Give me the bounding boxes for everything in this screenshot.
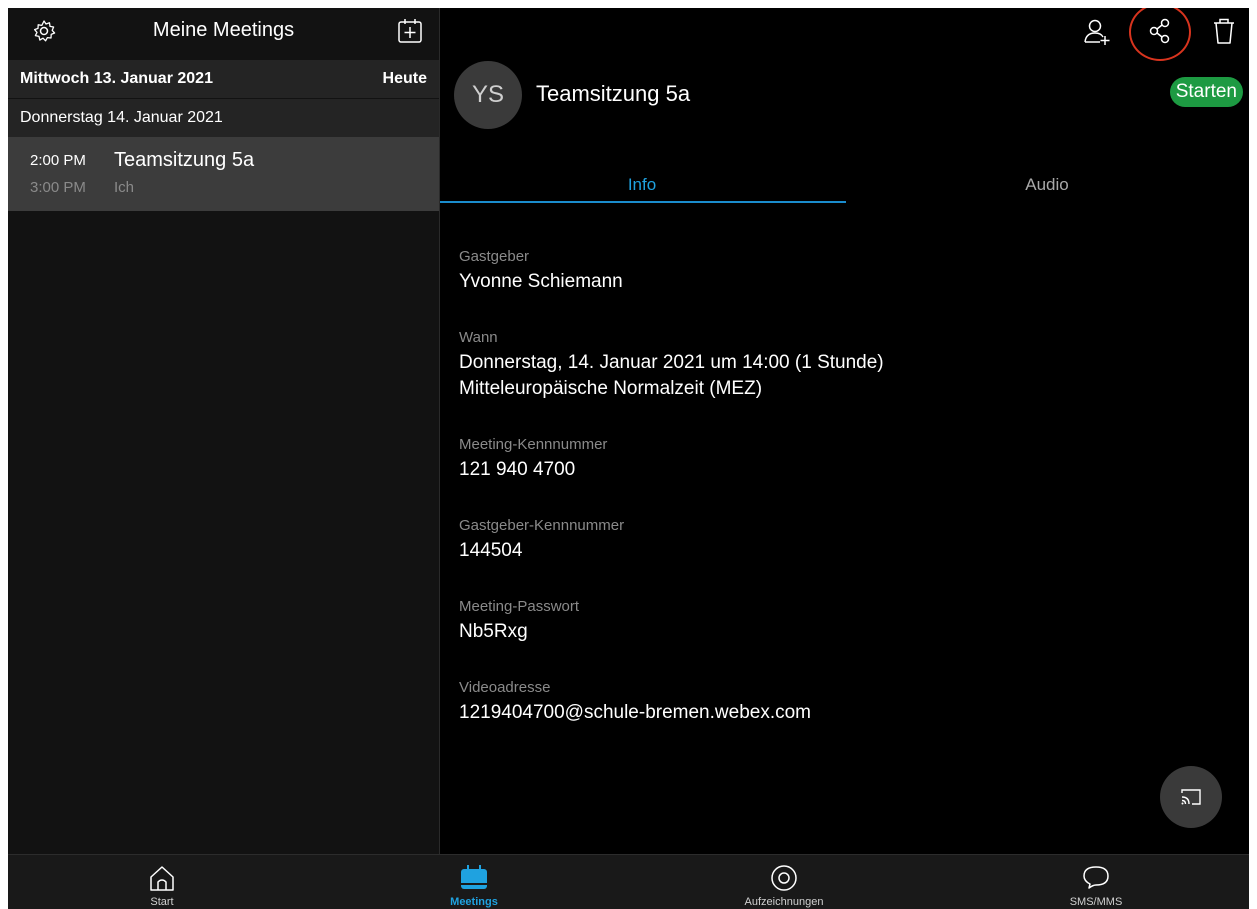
host-key-label: Gastgeber-Kennnummer — [459, 517, 625, 534]
active-tab-indicator — [440, 201, 846, 203]
day-header-today: Mittwoch 13. Januar 2021 Heute — [8, 60, 439, 98]
nav-sms[interactable]: SMS/MMS — [946, 855, 1246, 909]
meeting-end-time: 3:00 PM — [30, 179, 86, 196]
share-icon[interactable] — [1143, 14, 1177, 48]
host-key-value: 144504 — [459, 540, 523, 561]
app-window: Meine Meetings Mittwoch 13. Januar 2021 … — [8, 8, 1249, 909]
when-timezone: Mitteleuropäische Normalzeit (MEZ) — [459, 378, 763, 399]
recording-icon — [771, 865, 797, 891]
meeting-item-title: Teamsitzung 5a — [114, 149, 255, 171]
day-date: Mittwoch 13. Januar 2021 — [20, 70, 213, 87]
meeting-title: Teamsitzung 5a — [536, 81, 691, 106]
meeting-item-host: Ich — [114, 179, 135, 196]
start-button[interactable]: Starten — [1169, 77, 1243, 107]
meeting-number-value: 121 940 4700 — [459, 459, 576, 480]
nav-start[interactable]: Start — [12, 855, 312, 909]
cast-icon — [1181, 789, 1201, 805]
host-value: Yvonne Schiemann — [459, 271, 623, 292]
password-value: Nb5Rxg — [459, 621, 528, 642]
sidebar-header: Meine Meetings — [8, 8, 439, 58]
nav-label: SMS/MMS — [1069, 896, 1123, 908]
tab-audio[interactable]: Audio — [845, 175, 1249, 195]
nav-recordings[interactable]: Aufzeichnungen — [634, 855, 934, 909]
nav-label: Aufzeichnungen — [744, 896, 824, 908]
when-label: Wann — [459, 329, 498, 346]
nav-meetings[interactable]: Meetings — [324, 855, 624, 909]
video-address-label: Videoadresse — [459, 679, 551, 696]
password-label: Meeting-Passwort — [459, 598, 580, 615]
nav-label: Start — [150, 896, 174, 908]
meeting-start-time: 2:00 PM — [30, 152, 86, 169]
meeting-detail: YS Teamsitzung 5a Starten Info Audio Gas… — [440, 8, 1249, 854]
meetings-sidebar: Meine Meetings Mittwoch 13. Januar 2021 … — [8, 8, 440, 854]
tab-info[interactable]: Info — [440, 175, 844, 195]
video-address-value: 1219404700@schule-bremen.webex.com — [459, 702, 812, 723]
calendar-icon — [461, 865, 487, 889]
add-participant-icon[interactable] — [1080, 14, 1114, 48]
home-icon — [150, 866, 174, 891]
trash-icon[interactable] — [1207, 14, 1241, 48]
host-label: Gastgeber — [459, 248, 530, 265]
cast-button[interactable] — [1160, 766, 1222, 828]
today-badge: Heute — [382, 70, 427, 87]
meeting-list-item[interactable]: 2:00 PM Teamsitzung 5a 3:00 PM Ich — [8, 137, 439, 211]
sidebar-title: Meine Meetings — [152, 19, 295, 41]
nav-label: Meetings — [450, 896, 498, 908]
when-date: Donnerstag, 14. Januar 2021 um 14:00 (1 … — [459, 352, 884, 373]
calendar-add-icon[interactable] — [395, 16, 425, 46]
day-header: Donnerstag 14. Januar 2021 — [8, 99, 439, 137]
bottom-navigation: Start Meetings Aufzeichnungen SMS/MMS — [8, 854, 1249, 909]
day-date: Donnerstag 14. Januar 2021 — [20, 109, 223, 126]
avatar: YS — [454, 61, 522, 129]
chat-bubble-icon — [1083, 866, 1109, 889]
meeting-number-label: Meeting-Kennnummer — [459, 436, 608, 453]
